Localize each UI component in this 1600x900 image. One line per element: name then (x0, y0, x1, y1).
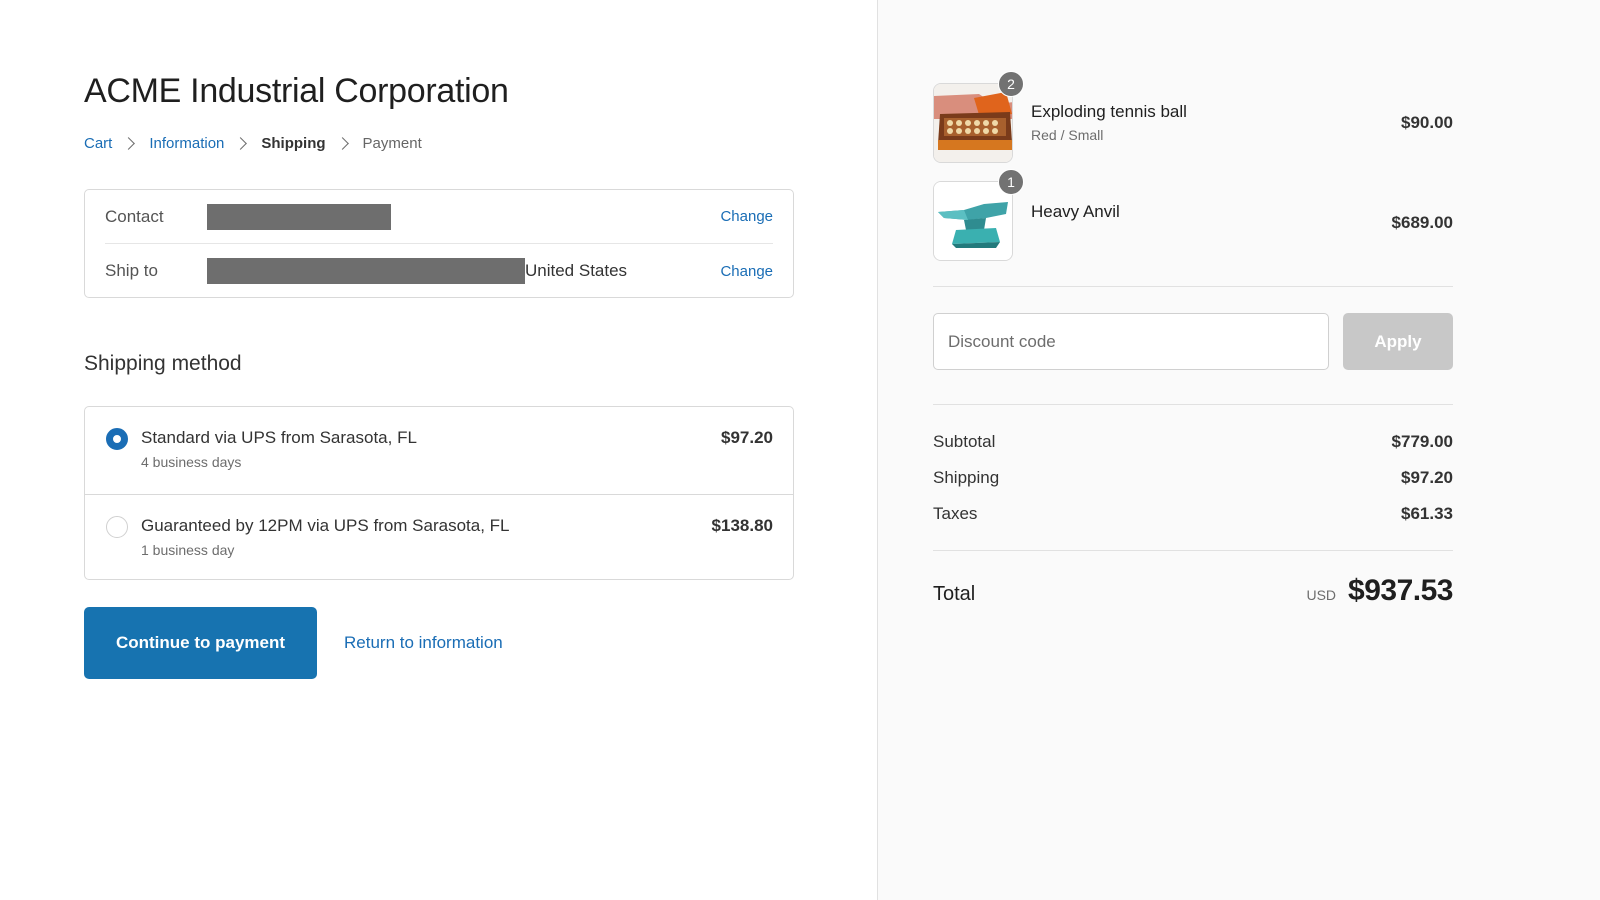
ship-to-country: United States (525, 261, 628, 280)
chevron-right-icon (234, 137, 248, 150)
shipping-option-guaranteed[interactable]: Guaranteed by 12PM via UPS from Sarasota… (85, 494, 793, 579)
store-title: ACME Industrial Corporation (84, 72, 509, 110)
option-name: Standard via UPS from Sarasota, FL (141, 428, 417, 447)
product-item: 1 Heavy Anvil $689.00 (933, 169, 1453, 261)
product-price: $689.00 (1391, 213, 1453, 232)
order-summary: 2 Exploding tennis ball Red / Small $90.… (878, 0, 1600, 900)
shipping-label: Shipping (933, 468, 1000, 487)
option-price: $138.80 (711, 516, 773, 535)
tennis-ball-box-image (933, 83, 1013, 163)
divider (933, 550, 1453, 551)
product-price: $90.00 (1401, 113, 1453, 132)
checkout-main: ACME Industrial Corporation Cart Informa… (0, 0, 878, 900)
breadcrumb-information[interactable]: Information (149, 135, 224, 152)
continue-to-payment-button[interactable]: Continue to payment (84, 607, 317, 679)
shipping-row: Shipping $97.20 (933, 468, 1453, 488)
chevron-right-icon (335, 137, 349, 150)
contact-row: Contact Change (105, 190, 773, 244)
product-item: 2 Exploding tennis ball Red / Small $90.… (933, 71, 1453, 163)
shipping-method-title: Shipping method (84, 352, 242, 375)
apply-discount-button[interactable]: Apply (1343, 313, 1453, 370)
taxes-label: Taxes (933, 504, 978, 523)
option-delivery-time: 4 business days (141, 454, 242, 470)
currency-code: USD (1306, 587, 1337, 603)
option-price: $97.20 (721, 428, 773, 447)
breadcrumb-shipping: Shipping (261, 135, 326, 152)
breadcrumb-cart[interactable]: Cart (84, 135, 112, 152)
shipping-value: $97.20 (1401, 468, 1453, 487)
total-amount-group: USD $937.53 (1306, 574, 1453, 608)
ship-to-label: Ship to (105, 261, 158, 280)
taxes-value: $61.33 (1401, 504, 1453, 523)
product-variant: Red / Small (1031, 127, 1104, 143)
breadcrumb: Cart Information Shipping Payment (84, 135, 422, 152)
total-label: Total (933, 583, 976, 605)
option-name: Guaranteed by 12PM via UPS from Sarasota… (141, 516, 510, 535)
shipping-options: Standard via UPS from Sarasota, FL 4 bus… (84, 406, 794, 580)
total-amount: $937.53 (1348, 574, 1453, 607)
contact-redacted (207, 203, 391, 230)
review-box: Contact Change Ship to United States Cha… (84, 189, 794, 298)
product-name: Heavy Anvil (1031, 202, 1120, 221)
divider (933, 286, 1453, 287)
product-name: Exploding tennis ball (1031, 102, 1187, 121)
anvil-image (933, 181, 1013, 261)
chevron-right-icon (122, 137, 136, 150)
shipping-option-standard[interactable]: Standard via UPS from Sarasota, FL 4 bus… (85, 407, 793, 494)
quantity-badge: 1 (998, 169, 1024, 195)
change-ship-to-link[interactable]: Change (720, 263, 773, 280)
divider (933, 404, 1453, 405)
breadcrumb-payment: Payment (362, 135, 422, 152)
return-to-information-link[interactable]: Return to information (344, 633, 503, 653)
change-contact-link[interactable]: Change (720, 208, 773, 225)
subtotal-label: Subtotal (933, 432, 996, 451)
option-delivery-time: 1 business day (141, 542, 235, 558)
discount-code-input[interactable] (933, 313, 1329, 370)
radio-unselected[interactable] (106, 516, 128, 538)
subtotal-value: $779.00 (1391, 432, 1453, 451)
radio-selected[interactable] (106, 428, 128, 450)
quantity-badge: 2 (998, 71, 1024, 97)
total-row: Total USD $937.53 (933, 574, 1453, 614)
contact-label: Contact (105, 206, 164, 226)
subtotal-row: Subtotal $779.00 (933, 432, 1453, 452)
address-redacted (207, 258, 525, 284)
taxes-row: Taxes $61.33 (933, 504, 1453, 524)
ship-to-row: Ship to United States Change (105, 244, 773, 298)
